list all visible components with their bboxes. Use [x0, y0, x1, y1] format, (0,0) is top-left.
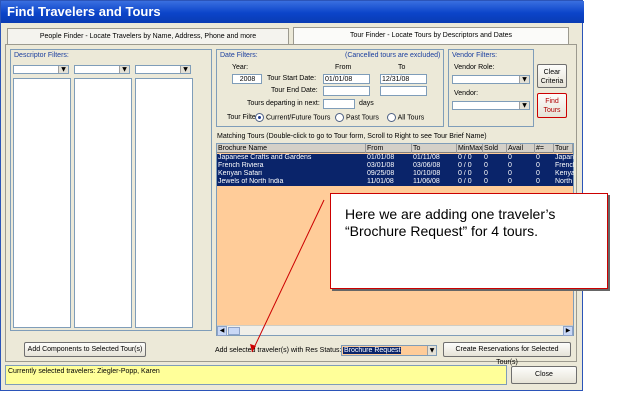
callout-arrow [250, 199, 325, 353]
callout-pointer-line [251, 199, 325, 353]
